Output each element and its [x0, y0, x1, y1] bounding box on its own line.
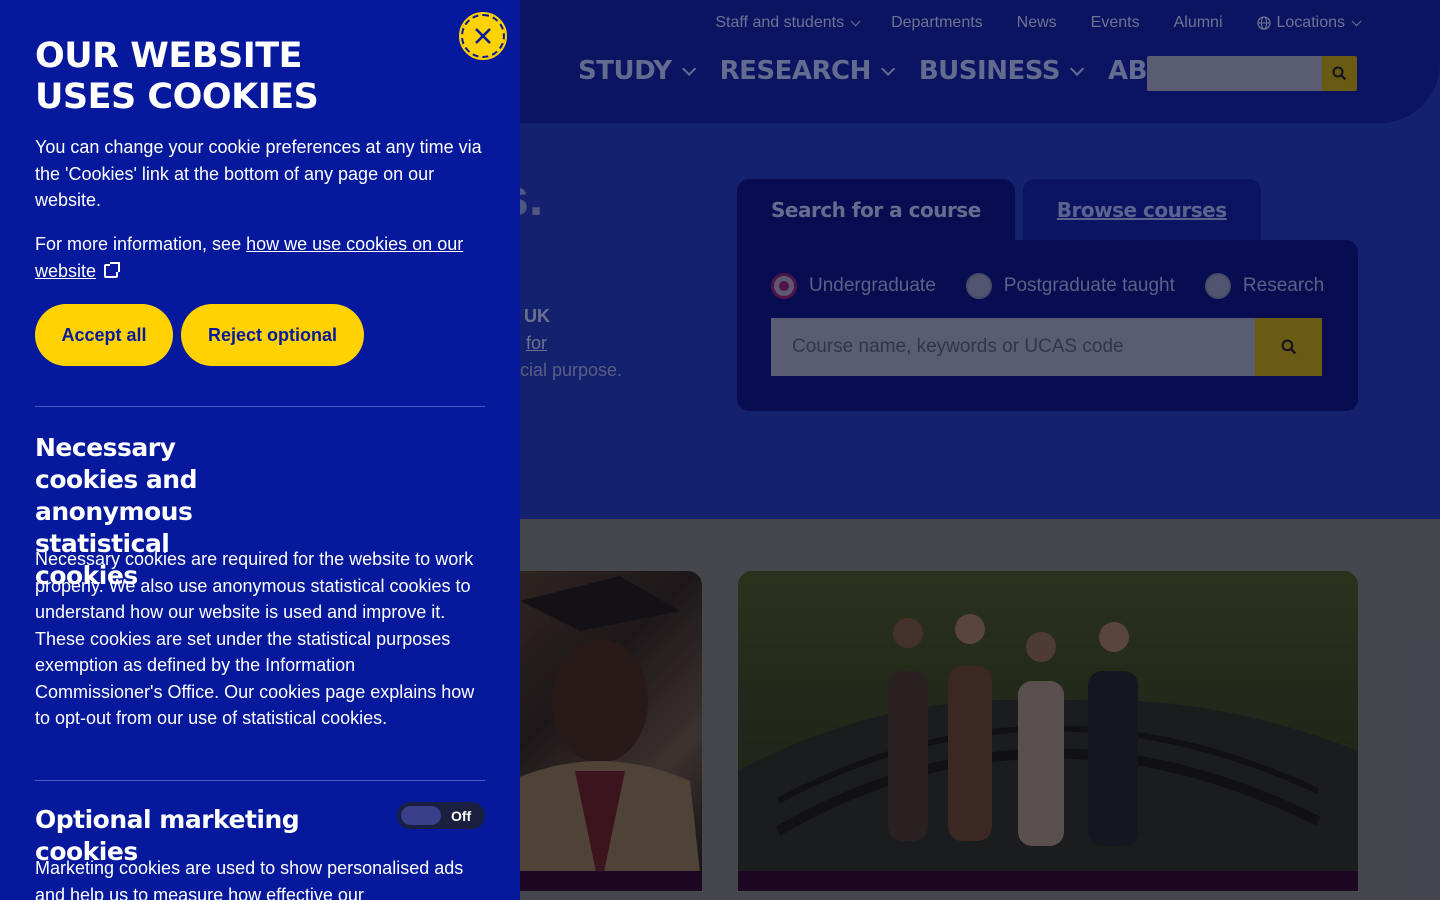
- necessary-cookies-description: Necessary cookies are required for the w…: [35, 549, 475, 728]
- marketing-cookies-description: Marketing cookies are used to show perso…: [35, 858, 464, 900]
- cookie-more-info: For more information, see how we use coo…: [35, 231, 490, 284]
- cookie-panel: OUR WEBSITE USES COOKIES You can change …: [0, 0, 520, 900]
- toggle-state-label: Off: [451, 807, 472, 824]
- cookie-title: OUR WEBSITE USES COOKIES: [35, 36, 319, 117]
- close-icon: [475, 28, 491, 44]
- page-overlay[interactable]: [520, 0, 1440, 900]
- divider: [35, 780, 485, 781]
- cookie-actions: Accept all Reject optional: [35, 304, 364, 366]
- accept-all-button[interactable]: Accept all: [35, 304, 173, 366]
- reject-optional-button[interactable]: Reject optional: [181, 304, 364, 366]
- external-link-icon: [104, 261, 121, 278]
- toggle-knob: [401, 806, 441, 825]
- cookie-intro: You can change your cookie preferences a…: [35, 137, 482, 210]
- more-info-prefix: For more information, see: [35, 234, 247, 254]
- marketing-cookies-toggle[interactable]: Off: [397, 802, 485, 829]
- divider: [35, 406, 485, 407]
- close-button[interactable]: [459, 12, 507, 60]
